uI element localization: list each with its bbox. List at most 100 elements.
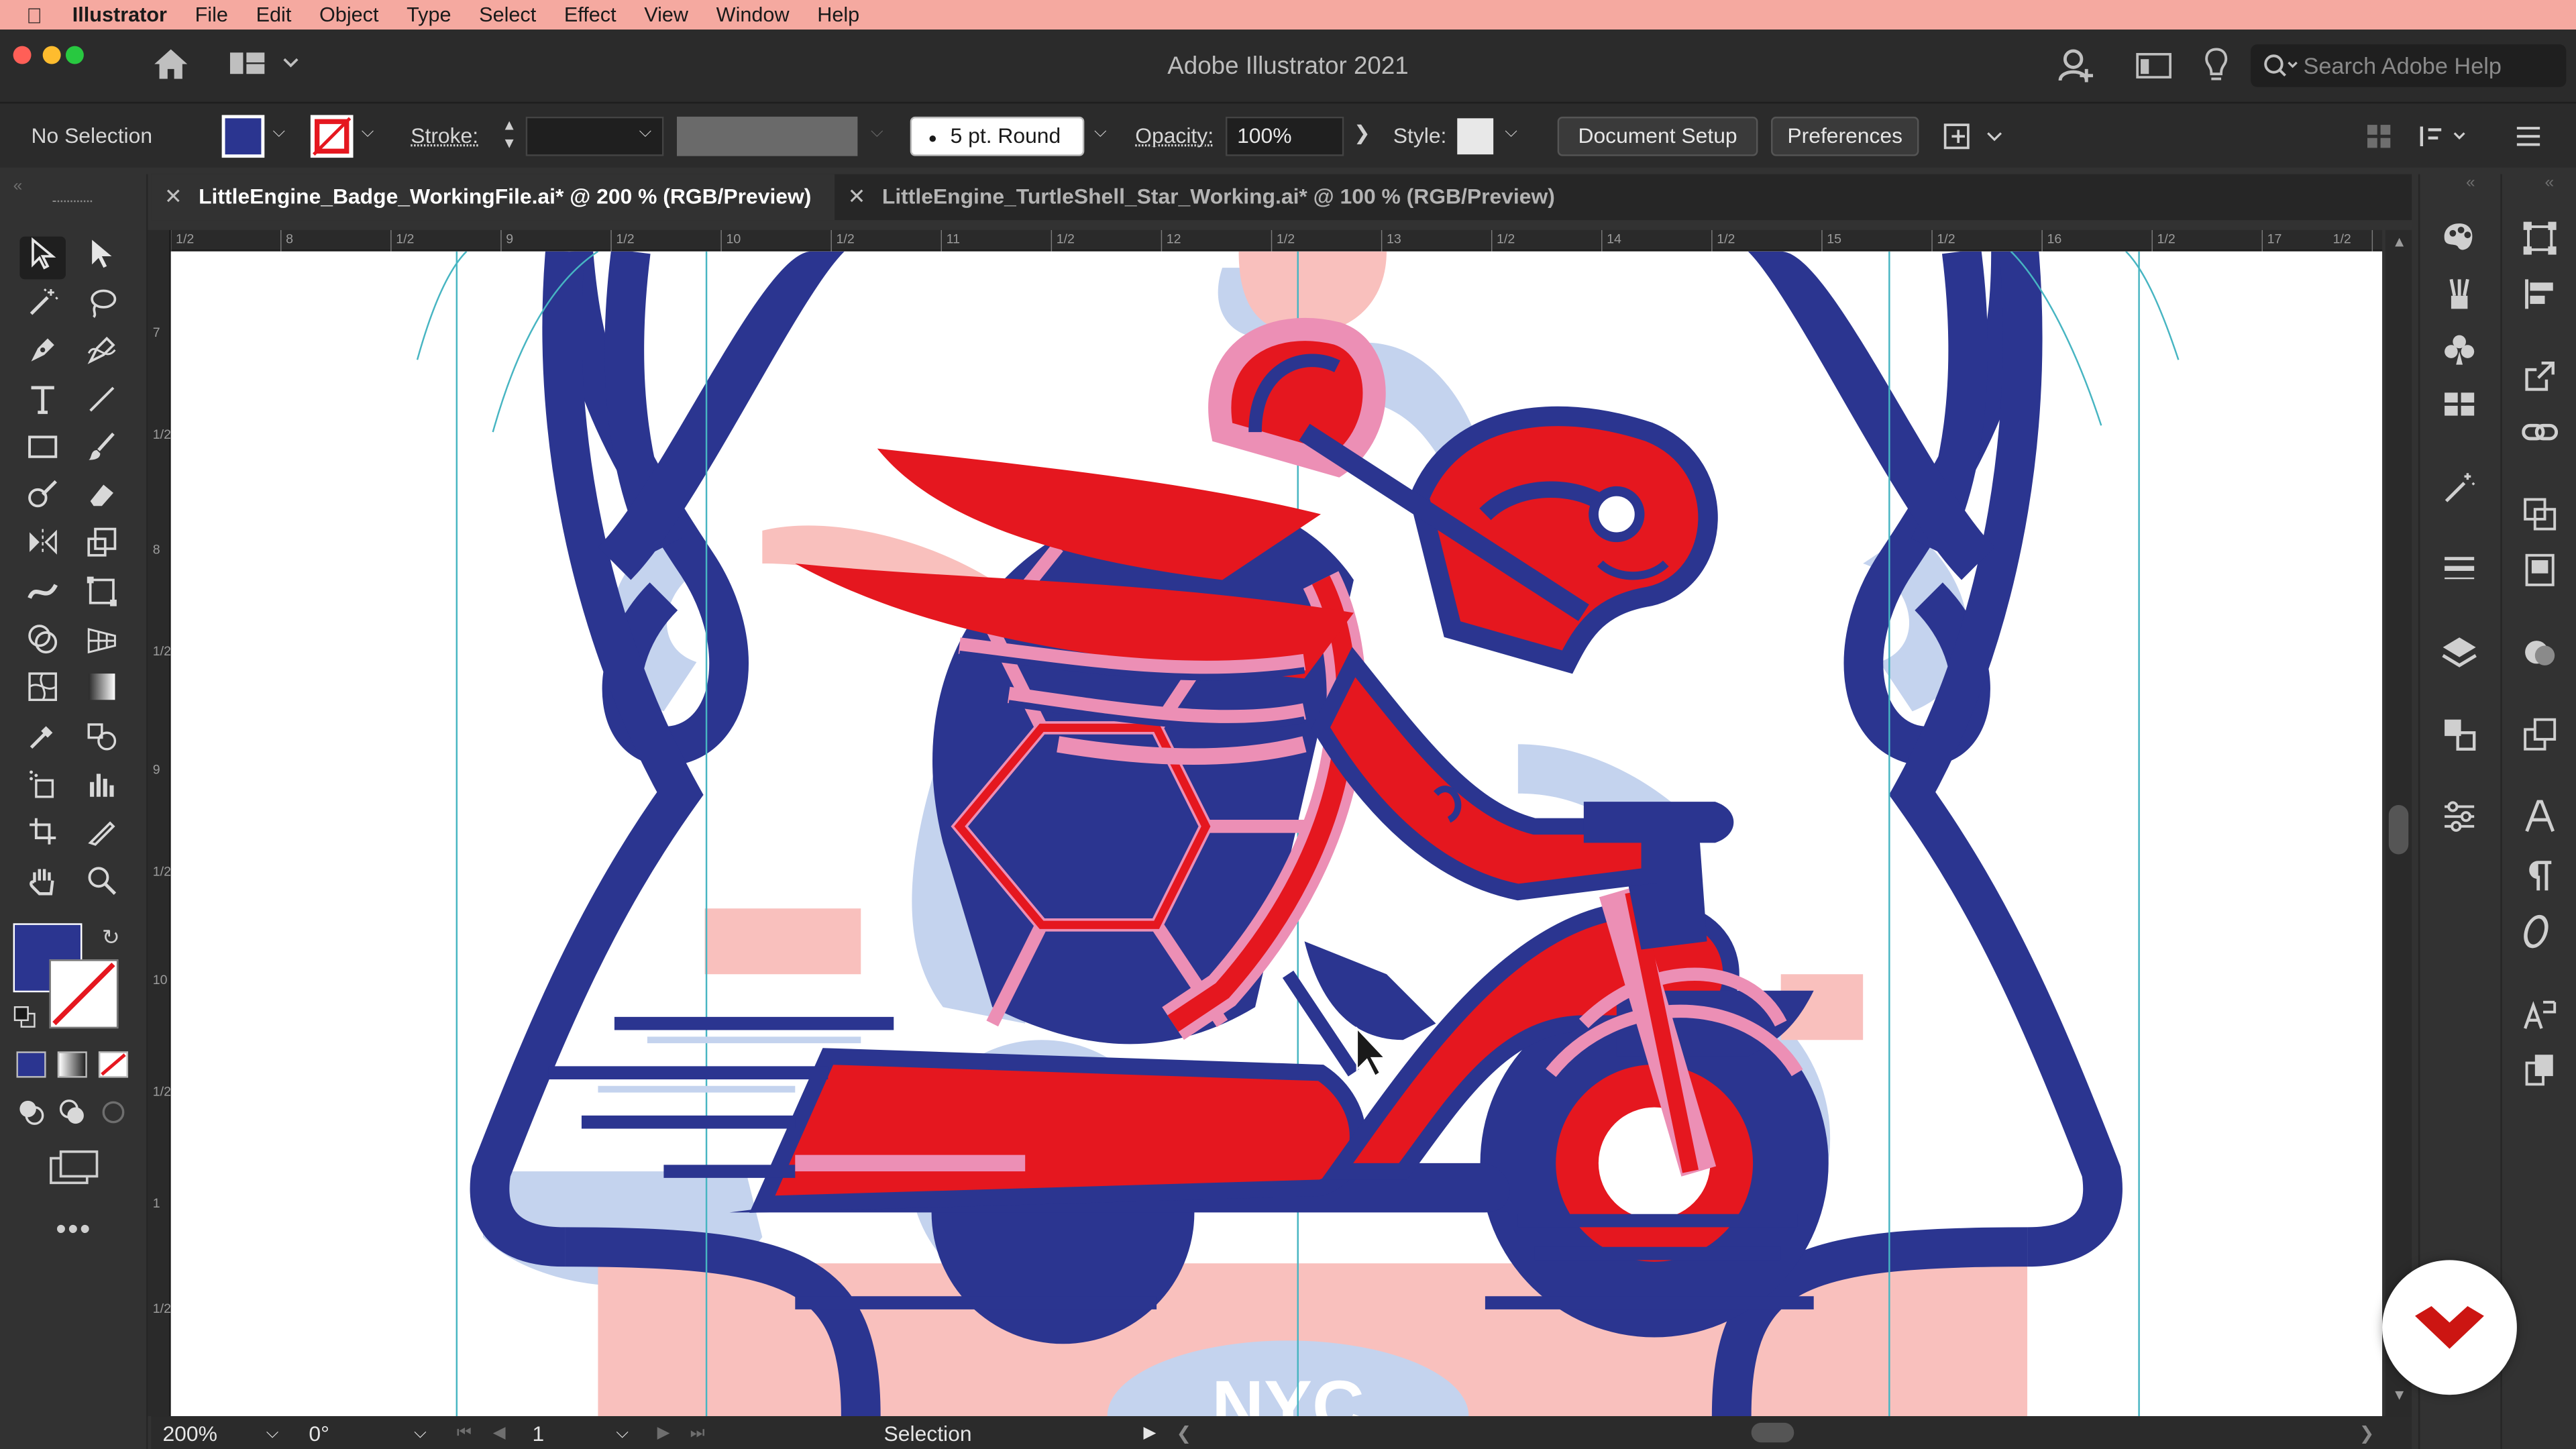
zoom-tool-icon[interactable] bbox=[79, 864, 125, 907]
color-mode-icon[interactable] bbox=[16, 1051, 46, 1078]
stroke-swatch[interactable] bbox=[310, 115, 354, 158]
stroke-label[interactable]: Stroke: bbox=[411, 123, 478, 148]
menu-select[interactable]: Select bbox=[479, 3, 536, 26]
image-trace-icon[interactable] bbox=[2434, 470, 2483, 513]
menu-file[interactable]: File bbox=[195, 3, 228, 26]
panel-toggle-icon[interactable] bbox=[2366, 121, 2546, 156]
artboard-dropdown-icon[interactable]: ⌵ bbox=[616, 1424, 629, 1442]
share-user-icon[interactable] bbox=[2057, 46, 2096, 94]
opentype-icon[interactable] bbox=[2515, 914, 2564, 957]
opacity-arrow-icon[interactable]: ❯ bbox=[1354, 121, 1371, 144]
stroke-weight-stepper[interactable]: ▲ ▼ bbox=[496, 117, 523, 156]
collapse-dock-icon[interactable]: « bbox=[2466, 174, 2475, 193]
menu-window[interactable]: Window bbox=[716, 3, 790, 26]
edit-toolbar-icon[interactable]: ••• bbox=[56, 1212, 92, 1246]
color-themes-icon[interactable] bbox=[2434, 220, 2483, 263]
horizontal-scroll-thumb[interactable] bbox=[1751, 1422, 1794, 1443]
layers-icon[interactable] bbox=[2434, 634, 2483, 677]
stroke-panel-icon[interactable] bbox=[2434, 552, 2483, 595]
status-menu-icon[interactable]: ▶ bbox=[1144, 1424, 1157, 1442]
perspective-grid-tool-icon[interactable] bbox=[79, 623, 125, 665]
collapse-dock-icon[interactable]: « bbox=[2545, 174, 2555, 193]
mesh-tool-icon[interactable] bbox=[19, 670, 66, 713]
stroke-dropdown-icon[interactable]: ⌵ bbox=[362, 123, 374, 142]
magic-wand-tool-icon[interactable] bbox=[19, 286, 66, 329]
fill-dropdown-icon[interactable]: ⌵ bbox=[273, 123, 286, 142]
variable-width-profile[interactable] bbox=[676, 116, 858, 156]
eyedropper-tool-icon[interactable] bbox=[19, 720, 66, 763]
brush-dropdown-icon[interactable]: ⌵ bbox=[1094, 123, 1107, 142]
none-mode-icon[interactable] bbox=[98, 1051, 129, 1078]
symbols-icon[interactable] bbox=[2434, 332, 2483, 375]
lightbulb-icon[interactable] bbox=[2202, 46, 2231, 94]
apple-icon[interactable]:  bbox=[26, 3, 56, 28]
selection-tool-icon[interactable] bbox=[19, 236, 66, 280]
scroll-right-icon[interactable]: ❯ bbox=[2359, 1423, 2375, 1444]
libraries-icon[interactable] bbox=[2515, 1051, 2564, 1094]
search-help-input[interactable]: Search Adobe Help bbox=[2251, 44, 2567, 87]
vertical-scrollbar[interactable]: ▲ ▼ bbox=[2385, 229, 2412, 1417]
stroke-weight-dropdown-icon[interactable]: ⌵ bbox=[639, 123, 652, 142]
appearance-icon[interactable] bbox=[2515, 634, 2564, 677]
tab-badge-workingfile[interactable]: ✕ LittleEngine_Badge_WorkingFile.ai* @ 20… bbox=[151, 174, 835, 221]
export-icon[interactable] bbox=[2515, 358, 2564, 401]
previous-artboard-icon[interactable]: ◀ bbox=[493, 1424, 506, 1442]
transform-icon[interactable] bbox=[2515, 220, 2564, 263]
slice-tool-icon[interactable] bbox=[79, 815, 125, 858]
hand-tool-icon[interactable] bbox=[19, 864, 66, 907]
asset-export-icon[interactable] bbox=[2515, 552, 2564, 595]
direct-selection-tool-icon[interactable] bbox=[79, 237, 125, 280]
symbol-sprayer-tool-icon[interactable] bbox=[19, 767, 66, 810]
artboard-canvas[interactable]: NYC bbox=[170, 251, 2383, 1417]
pathfinder-icon[interactable] bbox=[2515, 496, 2564, 539]
graphic-styles-icon[interactable] bbox=[2515, 716, 2564, 759]
shaper-tool-icon[interactable] bbox=[19, 478, 66, 521]
opacity-field[interactable]: 100% bbox=[1225, 116, 1344, 156]
default-fill-stroke-icon[interactable] bbox=[13, 1006, 36, 1028]
glyphs-icon[interactable] bbox=[2515, 996, 2564, 1038]
menu-edit[interactable]: Edit bbox=[256, 3, 292, 26]
properties-icon[interactable] bbox=[2434, 798, 2483, 841]
graphic-style-swatch[interactable] bbox=[1457, 118, 1494, 155]
artboard-number-field[interactable]: 1 bbox=[532, 1421, 544, 1446]
artboard-tool-icon[interactable] bbox=[19, 815, 66, 858]
draw-normal-icon[interactable] bbox=[16, 1097, 46, 1127]
align-icon[interactable] bbox=[2515, 276, 2564, 319]
scroll-left-icon[interactable]: ❮ bbox=[1176, 1423, 1191, 1444]
menu-illustrator[interactable]: Illustrator bbox=[72, 3, 167, 26]
document-setup-button[interactable]: Document Setup bbox=[1557, 116, 1758, 156]
scale-tool-icon[interactable] bbox=[79, 526, 125, 569]
column-graph-tool-icon[interactable] bbox=[79, 767, 125, 810]
rectangle-tool-icon[interactable] bbox=[19, 431, 66, 474]
arrange-icon[interactable] bbox=[1942, 118, 2008, 159]
swap-fill-stroke-icon[interactable]: ↻ bbox=[102, 925, 120, 951]
pen-tool-icon[interactable] bbox=[19, 333, 66, 376]
shape-builder-tool-icon[interactable] bbox=[19, 623, 66, 665]
screen-mode-icon[interactable] bbox=[49, 1150, 99, 1194]
line-tool-icon[interactable] bbox=[79, 383, 125, 426]
stroke-color-swatch[interactable] bbox=[49, 959, 119, 1029]
opacity-label[interactable]: Opacity: bbox=[1135, 123, 1214, 148]
arrange-documents-icon[interactable] bbox=[2136, 52, 2172, 87]
rotation-dropdown-icon[interactable]: ⌵ bbox=[414, 1424, 427, 1442]
menu-view[interactable]: View bbox=[644, 3, 688, 26]
curvature-tool-icon[interactable] bbox=[79, 333, 125, 376]
tab-turtleshell-star[interactable]: ✕ LittleEngine_TurtleShell_Star_Working.a… bbox=[835, 174, 1623, 221]
menu-object[interactable]: Object bbox=[319, 3, 379, 26]
draw-inside-icon[interactable] bbox=[99, 1097, 128, 1127]
toolbar-grip[interactable] bbox=[52, 200, 93, 205]
fill-swatch[interactable] bbox=[221, 115, 265, 158]
first-artboard-icon[interactable]: ⏮ bbox=[457, 1424, 472, 1442]
next-artboard-icon[interactable]: ▶ bbox=[657, 1424, 670, 1442]
paragraph-icon[interactable] bbox=[2515, 857, 2564, 900]
character-icon[interactable] bbox=[2515, 798, 2564, 841]
close-tab-icon[interactable]: ✕ bbox=[848, 184, 866, 209]
horizontal-ruler[interactable]: 1/2 8 1/2 9 1/2 10 1/2 11 1/2 12 1/2 13 … bbox=[170, 229, 2383, 252]
gradient-tool-icon[interactable] bbox=[79, 670, 125, 713]
last-artboard-icon[interactable]: ⏭ bbox=[690, 1424, 705, 1442]
brush-definition[interactable]: ● 5 pt. Round bbox=[910, 116, 1085, 156]
scroll-thumb[interactable] bbox=[2388, 805, 2409, 855]
reflect-tool-icon[interactable] bbox=[19, 526, 66, 569]
menu-type[interactable]: Type bbox=[407, 3, 451, 26]
swatches-icon[interactable] bbox=[2434, 388, 2483, 431]
